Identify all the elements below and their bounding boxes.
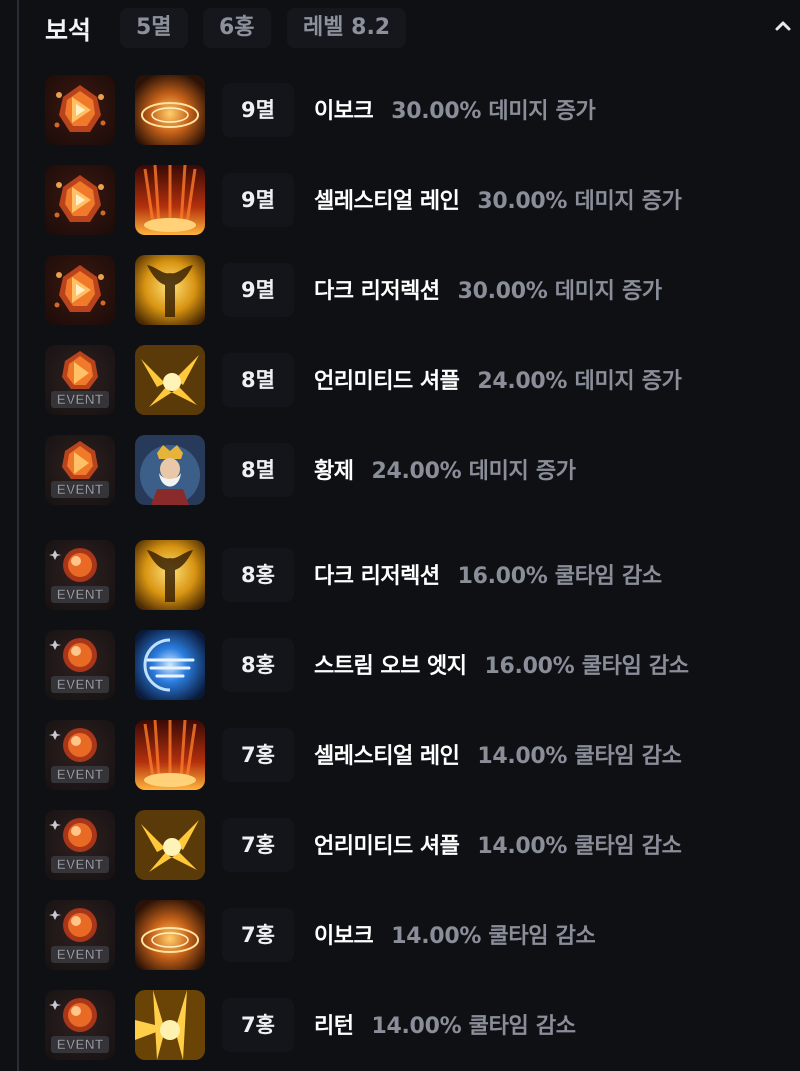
gem-effect: 30.00% 데미지 증가 <box>457 279 663 304</box>
event-badge-label: EVENT <box>57 586 104 602</box>
gem-row[interactable]: 9멸 이보크 30.00% 데미지 증가 <box>0 75 800 145</box>
gem-row[interactable]: EVENT 8멸 언리미티드 셔플 24.00% 데미지 증가 <box>0 345 800 415</box>
event-damage-gem-icon[interactable]: EVENT <box>45 435 115 505</box>
gem-description: 리턴 14.00% 쿨타임 감소 <box>314 1008 576 1040</box>
gem-effect: 14.00% 쿨타임 감소 <box>391 924 596 949</box>
skill-name: 언리미티드 셔플 <box>314 369 460 394</box>
unlimited-shuffle-skill-icon[interactable] <box>135 345 205 415</box>
gem-row[interactable]: EVENT 8멸 황제 24.00% 데미지 증가 <box>0 435 800 505</box>
skill-name: 언리미티드 셔플 <box>314 834 460 859</box>
gem-level-badge: 8홍 <box>222 638 294 692</box>
red-damage-gem-icon[interactable] <box>45 255 115 325</box>
event-badge-label: EVENT <box>57 766 104 782</box>
evoke-skill-icon[interactable] <box>135 900 205 970</box>
skill-name: 다크 리저렉션 <box>314 564 440 589</box>
stream-of-edge-skill-icon[interactable] <box>135 630 205 700</box>
event-badge-label: EVENT <box>57 856 104 872</box>
gem-level-badge: 7홍 <box>222 728 294 782</box>
gem-level-badge: 8멸 <box>222 353 294 407</box>
event-cooldown-gem-icon[interactable]: EVENT <box>45 990 115 1060</box>
gem-effect: 16.00% 쿨타임 감소 <box>457 564 663 589</box>
skill-name: 리턴 <box>314 1014 354 1039</box>
skill-name: 이보크 <box>314 924 374 949</box>
evoke-skill-icon[interactable] <box>135 75 205 145</box>
section-title: 보석 <box>45 16 92 45</box>
celestial-rain-skill-icon[interactable] <box>135 165 205 235</box>
gem-effect: 24.00% 데미지 증가 <box>371 459 576 484</box>
gem-level-badge: 9멸 <box>222 83 294 137</box>
gem-row[interactable]: EVENT 7홍 이보크 14.00% 쿨타임 감소 <box>0 900 800 970</box>
gem-effect: 14.00% 쿨타임 감소 <box>477 744 682 769</box>
chevron-up-icon[interactable] <box>768 11 798 41</box>
event-badge-label: EVENT <box>57 481 104 497</box>
cooldown-gem-count-pill: 6홍 <box>203 8 271 48</box>
event-badge-label: EVENT <box>57 1036 104 1052</box>
gem-description: 이보크 14.00% 쿨타임 감소 <box>314 918 596 950</box>
event-badge-label: EVENT <box>57 946 104 962</box>
gem-description: 황제 24.00% 데미지 증가 <box>314 453 576 485</box>
gem-row[interactable]: 9멸 셀레스티얼 레인 30.00% 데미지 증가 <box>0 165 800 235</box>
gem-row[interactable]: EVENT 8홍 스트림 오브 엣지 16.00% 쿨타임 감소 <box>0 630 800 700</box>
gem-description: 스트림 오브 엣지 16.00% 쿨타임 감소 <box>314 648 689 680</box>
gem-row[interactable]: EVENT 7홍 언리미티드 셔플 14.00% 쿨타임 감소 <box>0 810 800 880</box>
gem-level-badge: 7홍 <box>222 998 294 1052</box>
skill-name: 스트림 오브 엣지 <box>314 654 467 679</box>
gem-effect: 14.00% 쿨타임 감소 <box>477 834 682 859</box>
gem-description: 다크 리저렉션 16.00% 쿨타임 감소 <box>314 558 662 590</box>
gem-effect: 30.00% 데미지 증가 <box>391 99 596 124</box>
dark-resurrection-skill-icon[interactable] <box>135 540 205 610</box>
skill-name: 이보크 <box>314 99 374 124</box>
gems-panel: 보석 5멸 6홍 레벨 8.2 9멸 이보크 30.00% 데미지 증가 9멸 셀레스티… <box>0 0 800 1071</box>
skill-name: 황제 <box>314 459 354 484</box>
gem-description: 이보크 30.00% 데미지 증가 <box>314 93 596 125</box>
gem-level-badge: 8홍 <box>222 548 294 602</box>
unlimited-shuffle-skill-icon[interactable] <box>135 810 205 880</box>
event-badge-label: EVENT <box>57 391 104 407</box>
gem-row[interactable]: 9멸 다크 리저렉션 30.00% 데미지 증가 <box>0 255 800 325</box>
skill-name: 셀레스티얼 레인 <box>314 189 460 214</box>
event-badge-label: EVENT <box>57 676 104 692</box>
event-cooldown-gem-icon[interactable]: EVENT <box>45 540 115 610</box>
dark-resurrection-skill-icon[interactable] <box>135 255 205 325</box>
gem-level-badge: 7홍 <box>222 818 294 872</box>
gem-description: 언리미티드 셔플 24.00% 데미지 증가 <box>314 363 682 395</box>
gem-row[interactable]: EVENT 8홍 다크 리저렉션 16.00% 쿨타임 감소 <box>0 540 800 610</box>
gem-effect: 16.00% 쿨타임 감소 <box>484 654 690 679</box>
event-cooldown-gem-icon[interactable]: EVENT <box>45 900 115 970</box>
gem-description: 셀레스티얼 레인 14.00% 쿨타임 감소 <box>314 738 682 770</box>
event-damage-gem-icon[interactable]: EVENT <box>45 345 115 415</box>
gems-header: 보석 5멸 6홍 레벨 8.2 <box>0 0 800 56</box>
damage-gem-count-pill: 5멸 <box>120 8 188 48</box>
gem-description: 셀레스티얼 레인 30.00% 데미지 증가 <box>314 183 682 215</box>
return-skill-icon[interactable] <box>135 990 205 1060</box>
gem-level-badge: 8멸 <box>222 443 294 497</box>
average-level-pill: 레벨 8.2 <box>287 8 407 48</box>
gem-description: 언리미티드 셔플 14.00% 쿨타임 감소 <box>314 828 682 860</box>
emperor-card-skill-icon[interactable] <box>135 435 205 505</box>
event-cooldown-gem-icon[interactable]: EVENT <box>45 720 115 790</box>
gem-effect: 24.00% 데미지 증가 <box>477 369 682 394</box>
gem-row[interactable]: EVENT 7홍 리턴 14.00% 쿨타임 감소 <box>0 990 800 1060</box>
gem-effect: 14.00% 쿨타임 감소 <box>371 1014 576 1039</box>
skill-name: 다크 리저렉션 <box>314 279 440 304</box>
gem-effect: 30.00% 데미지 증가 <box>477 189 682 214</box>
celestial-rain-skill-icon[interactable] <box>135 720 205 790</box>
red-damage-gem-icon[interactable] <box>45 75 115 145</box>
event-cooldown-gem-icon[interactable]: EVENT <box>45 810 115 880</box>
gem-row[interactable]: EVENT 7홍 셀레스티얼 레인 14.00% 쿨타임 감소 <box>0 720 800 790</box>
red-damage-gem-icon[interactable] <box>45 165 115 235</box>
gem-description: 다크 리저렉션 30.00% 데미지 증가 <box>314 273 662 305</box>
skill-name: 셀레스티얼 레인 <box>314 744 460 769</box>
gem-level-badge: 9멸 <box>222 263 294 317</box>
gem-level-badge: 7홍 <box>222 908 294 962</box>
gem-level-badge: 9멸 <box>222 173 294 227</box>
event-cooldown-gem-icon[interactable]: EVENT <box>45 630 115 700</box>
